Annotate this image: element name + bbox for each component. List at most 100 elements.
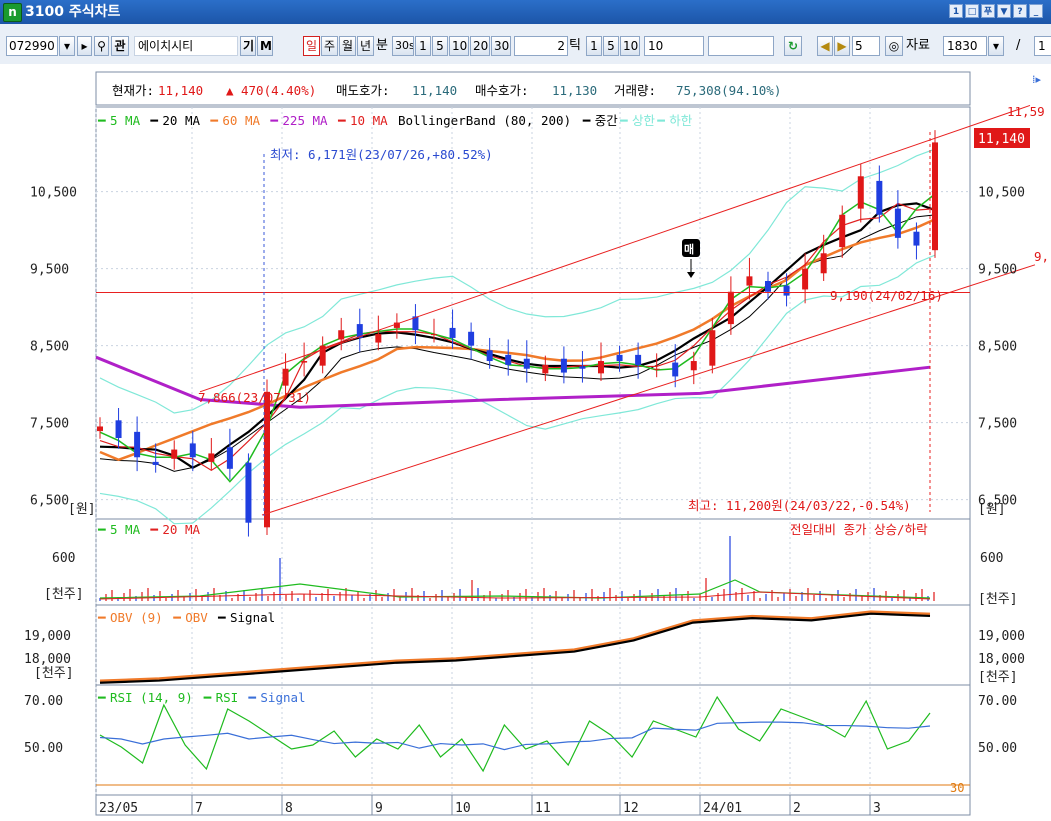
window-number-button[interactable]: 1 (949, 4, 963, 18)
legend-swatch: ━ (149, 522, 158, 537)
current-price-tag: 11,140 (978, 132, 1025, 147)
title-bar: n 3100 주식차트 1 □ 푸 ▼ ? _ (0, 0, 1051, 24)
min-1-button[interactable]: 1 (415, 36, 431, 56)
chart-svg[interactable]: 현재가: 11,140 ▲ 470(4.40%) 매도호가: 11,140 매수… (0, 64, 1051, 821)
prev-arrow-icon[interactable]: ◀ (817, 36, 833, 56)
volume-tick-right: 600 (980, 551, 1003, 566)
won-unit-left: [원] (68, 502, 96, 517)
obv-unit-left: [천주] (34, 666, 74, 681)
candle-body (579, 366, 586, 369)
candle-body (598, 361, 604, 374)
period-month-tab[interactable]: 월 (339, 36, 356, 56)
trend-right-label-2: 9, (1034, 249, 1049, 264)
time-tick-label: 9 (375, 801, 383, 816)
rsi-tick-70-right: 70.00 (978, 694, 1017, 709)
m-button[interactable]: M (257, 36, 273, 56)
min-10-button[interactable]: 10 (449, 36, 469, 56)
low-annotation: 최저: 6,171원(23/07/26,+80.52%) (270, 147, 493, 162)
favorite-button[interactable]: 관 (111, 36, 129, 56)
page-input[interactable]: 1 (1034, 36, 1051, 56)
candle-body (932, 142, 938, 251)
chart-area[interactable]: 현재가: 11,140 ▲ 470(4.40%) 매도호가: 11,140 매수… (0, 64, 1051, 821)
high-annotation: 최고: 11,200원(24/03/22,-0.54%) (688, 498, 911, 513)
legend-label: OBV (185, 610, 208, 625)
app-logo: n (3, 3, 22, 22)
next-arrow-button[interactable]: ▸ (77, 36, 92, 56)
legend-label: BollingerBand (80, 200) (398, 113, 571, 128)
period-day-tab[interactable]: 일 (303, 36, 320, 56)
ask-label: 매도호가: (336, 83, 390, 98)
min-30-button[interactable]: 30 (491, 36, 511, 56)
toolbar: 072990 ▾ ▸ ⚲ 관 에이치시티 기 M 일 주 월 년 분 30s 1… (0, 24, 1051, 65)
candle-body (152, 461, 159, 465)
rsi-tick-50-right: 50.00 (978, 741, 1017, 756)
zoom-icon[interactable]: ◎ (885, 36, 903, 56)
legend-label: 10 MA (350, 113, 388, 128)
legend-swatch: ━ (149, 113, 158, 128)
data-count-label: 자료 (906, 38, 930, 53)
period-year-tab[interactable]: 년 (357, 36, 374, 56)
candle-body (727, 291, 734, 325)
period-week-tab[interactable]: 주 (321, 36, 338, 56)
legend-label: 상한 (632, 113, 656, 128)
minimize-button[interactable]: _ (1029, 4, 1043, 18)
panel-menu-icon[interactable]: ⁞▸ (1032, 73, 1041, 86)
candle-body (876, 180, 883, 215)
help-button[interactable]: ? (1013, 4, 1027, 18)
candle-body (672, 362, 679, 377)
legend-label: 5 MA (110, 113, 141, 128)
candle-body (208, 453, 215, 462)
data-count-select[interactable]: 1830 (943, 36, 987, 56)
tick-value-input[interactable]: 2 (514, 36, 568, 56)
search-icon[interactable]: ⚲ (94, 36, 109, 56)
current-price: 11,140 (158, 83, 203, 98)
legend-swatch: ━ (203, 690, 212, 705)
level-annotation-2: 9,190(24/02/16) (830, 288, 943, 303)
tick-label: 틱 (569, 38, 581, 53)
time-tick-label: 7 (195, 801, 203, 816)
tick-1-button[interactable]: 1 (586, 36, 602, 56)
window-menu-button[interactable]: ▼ (997, 4, 1011, 18)
price-tick-left: 6,500 (30, 494, 69, 509)
price-tick-right: 10,500 (978, 186, 1025, 201)
legend-swatch: ━ (97, 690, 106, 705)
rsi-tick-70-left: 70.00 (24, 694, 63, 709)
code-dropdown-button[interactable]: ▾ (59, 36, 75, 56)
tick-10-button[interactable]: 10 (620, 36, 640, 56)
legend-swatch: ━ (172, 610, 181, 625)
tick-count-input[interactable]: 10 (644, 36, 704, 56)
legend-swatch: ━ (217, 610, 226, 625)
candle-body (709, 330, 716, 366)
ask-price: 11,140 (412, 83, 457, 98)
legend-label: RSI (216, 690, 239, 705)
price-tick-left: 10,500 (30, 186, 77, 201)
min-5-button[interactable]: 5 (432, 36, 448, 56)
candle-body (134, 431, 141, 458)
scroll-count-input[interactable]: 5 (852, 36, 880, 56)
obv-unit-right: [천주] (978, 670, 1018, 685)
gi-button[interactable]: 기 (240, 36, 256, 56)
min-20-button[interactable]: 20 (470, 36, 490, 56)
refresh-icon[interactable]: ↻ (784, 36, 802, 56)
candle-body (171, 449, 178, 459)
blank-input[interactable] (708, 36, 774, 56)
candle-body (189, 443, 196, 458)
candle-body (894, 208, 901, 238)
level-annotation-1: 7,866(23/07/31) (198, 390, 311, 405)
data-count-dropdown-icon[interactable]: ▾ (988, 36, 1004, 56)
time-tick-label: 10 (455, 801, 471, 816)
tick-5-button[interactable]: 5 (603, 36, 619, 56)
volume-unit-right: [천주] (978, 592, 1018, 607)
stock-code-input[interactable]: 072990 (6, 36, 58, 56)
legend-label: Signal (260, 690, 305, 705)
won-unit-right: [원] (978, 502, 1006, 517)
window-restore-button[interactable]: □ (965, 4, 979, 18)
candle-body (115, 420, 122, 439)
candle-body (820, 253, 827, 274)
next-arrow-icon[interactable]: ▶ (834, 36, 850, 56)
window-pin-button[interactable]: 푸 (981, 4, 995, 18)
price-tick-left: 9,500 (30, 263, 69, 278)
legend-label: 20 MA (162, 522, 200, 537)
min-30s-button[interactable]: 30s (392, 36, 414, 56)
bid-label: 매수호가: (475, 83, 529, 98)
